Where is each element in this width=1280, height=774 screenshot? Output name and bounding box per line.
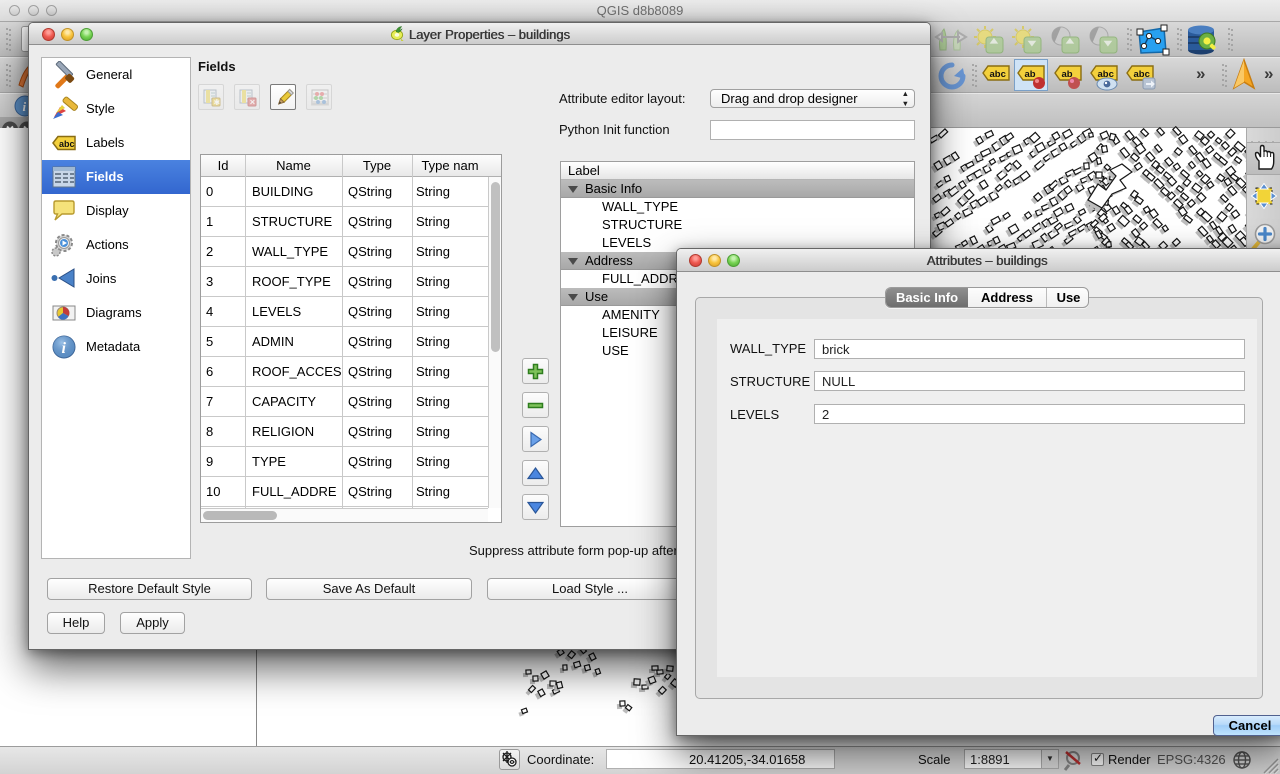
svg-text:✕: ✕ xyxy=(250,100,256,107)
svg-text:✱: ✱ xyxy=(214,98,221,107)
svg-text:abc: abc xyxy=(990,69,1006,80)
svg-text:i: i xyxy=(62,340,67,357)
svg-text:abc: abc xyxy=(59,139,75,149)
